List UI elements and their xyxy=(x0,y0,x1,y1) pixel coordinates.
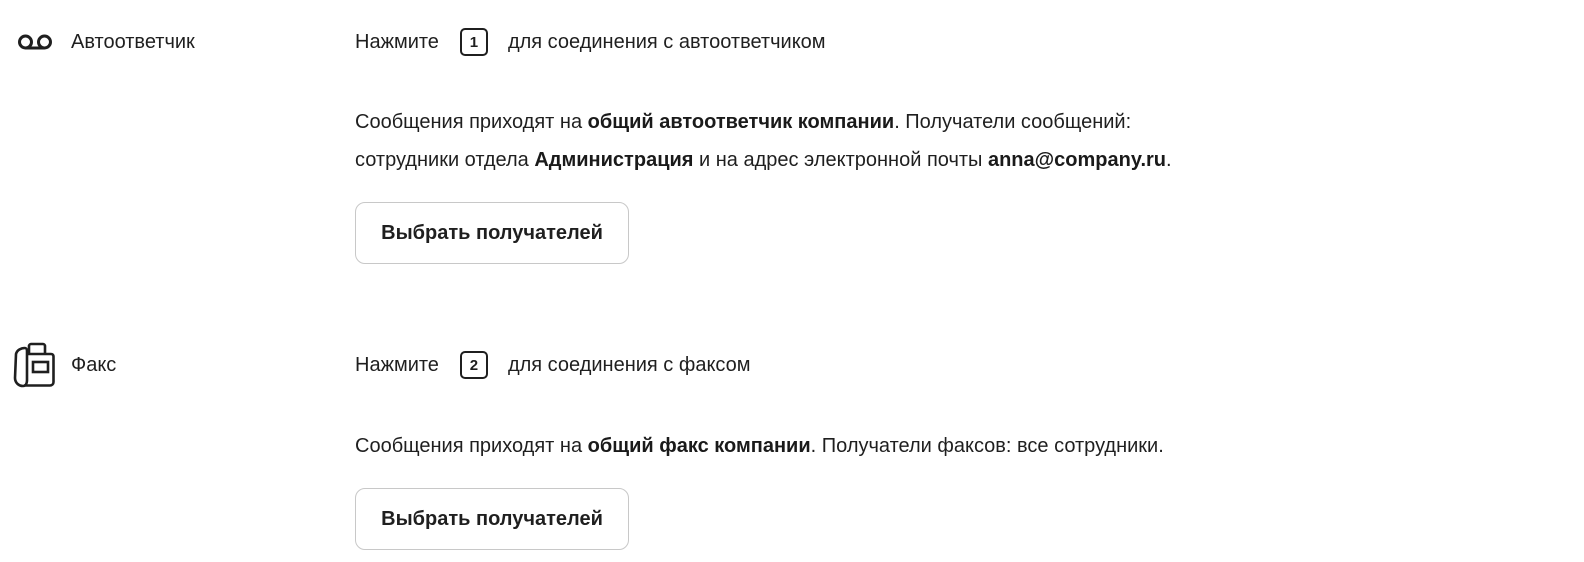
press-suffix: для соединения с автоответчиком xyxy=(507,30,826,53)
key-badge-1: 1 xyxy=(459,28,488,56)
desc-bold-department: Администрация xyxy=(534,149,694,171)
fax-label-group: Факс xyxy=(13,340,117,390)
desc-text: сотрудники отдела xyxy=(355,149,535,171)
desc-text: . Получатели сообщений: xyxy=(894,111,1132,133)
press-suffix: для соединения с факсом xyxy=(507,353,751,376)
desc-text: Сообщения приходят на xyxy=(355,435,588,457)
key-badge-2: 2 xyxy=(459,351,488,379)
voicemail-icon xyxy=(16,29,54,55)
fax-icon xyxy=(13,342,55,388)
desc-text: . xyxy=(1166,149,1172,171)
fax-key-instruction: Нажмите 2 для соединения с факсом xyxy=(355,349,751,381)
voicemail-label: Автоответчик xyxy=(71,30,195,53)
voicemail-label-group: Автоответчик xyxy=(14,29,195,55)
desc-bold-mailbox: общий автоответчик компании xyxy=(587,111,895,133)
voicemail-key-instruction: Нажмите 1 для соединения с автоответчико… xyxy=(355,26,826,58)
press-prefix: Нажмите xyxy=(355,353,439,376)
press-prefix: Нажмите xyxy=(355,30,439,53)
voicemail-choose-recipients-button[interactable]: Выбрать получателей xyxy=(355,202,629,264)
voicemail-description: Сообщения приходят на общий автоответчик… xyxy=(355,103,1172,179)
desc-text: . Получатели факсов: все сотрудники. xyxy=(810,435,1164,457)
fax-description: Сообщения приходят на общий факс компани… xyxy=(355,427,1164,465)
desc-text: Сообщения приходят на xyxy=(355,111,588,133)
desc-bold-fax: общий факс компании xyxy=(587,435,811,457)
fax-label: Факс xyxy=(71,353,117,376)
fax-choose-recipients-button[interactable]: Выбрать получателей xyxy=(355,488,629,550)
desc-bold-email: anna@company.ru xyxy=(987,149,1167,171)
desc-text: и на адрес электронной почты xyxy=(693,149,988,171)
